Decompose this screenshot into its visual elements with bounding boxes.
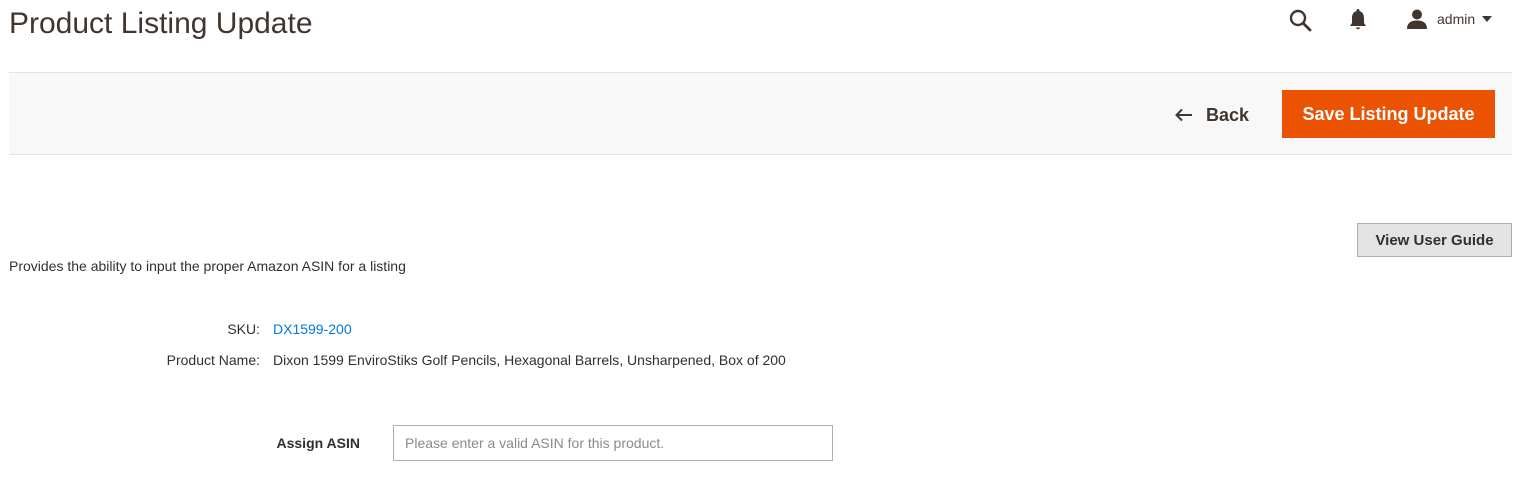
asin-label: Assign ASIN xyxy=(276,435,361,451)
chevron-down-icon xyxy=(1482,16,1493,22)
search-icon[interactable] xyxy=(1288,8,1312,32)
save-listing-update-button[interactable]: Save Listing Update xyxy=(1282,90,1495,138)
bell-icon[interactable] xyxy=(1347,8,1369,32)
asin-input[interactable] xyxy=(393,425,833,461)
user-name: admin xyxy=(1437,11,1476,27)
view-user-guide-button[interactable]: View User Guide xyxy=(1357,223,1512,257)
page-title: Product Listing Update xyxy=(9,7,313,40)
arrow-left-icon xyxy=(1175,108,1192,122)
product-name-value: Dixon 1599 EnviroStiks Golf Pencils, Hex… xyxy=(273,352,786,368)
back-button[interactable]: Back xyxy=(1175,101,1249,129)
sku-label: SKU: xyxy=(227,321,260,337)
product-name-label: Product Name: xyxy=(166,352,260,368)
user-menu[interactable]: admin xyxy=(1406,6,1493,32)
user-icon xyxy=(1407,9,1427,29)
sku-row: SKU: DX1599-200 xyxy=(0,319,1000,339)
page-description: Provides the ability to input the proper… xyxy=(9,258,406,274)
product-name-row: Product Name: Dixon 1599 EnviroStiks Gol… xyxy=(0,350,1000,370)
back-button-label: Back xyxy=(1206,104,1250,125)
page-actions-bar: Back Save Listing Update xyxy=(9,72,1512,155)
sku-link[interactable]: DX1599-200 xyxy=(273,319,352,339)
